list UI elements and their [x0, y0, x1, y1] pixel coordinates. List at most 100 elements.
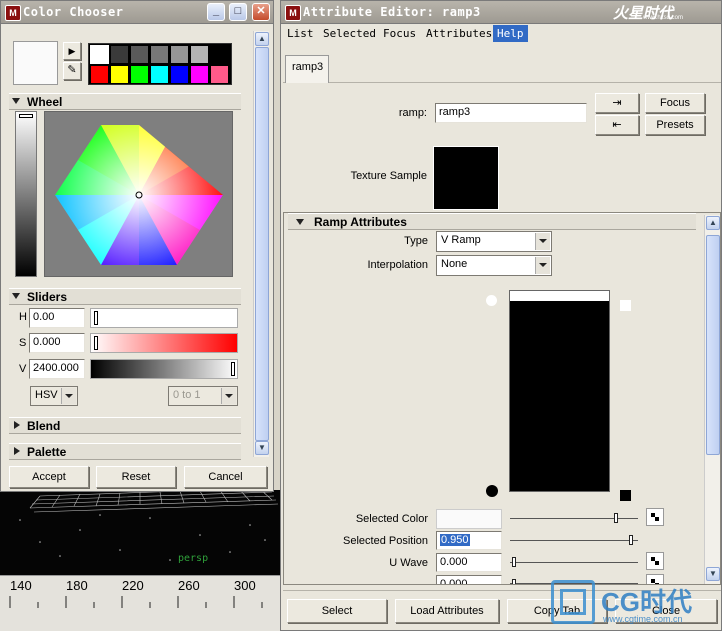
- v-slider[interactable]: [90, 359, 238, 379]
- input-connection-icon: ⇥: [612, 97, 622, 109]
- color-swatch[interactable]: [171, 46, 188, 63]
- timeline-ruler: [9, 596, 263, 608]
- blend-section-header[interactable]: Blend: [9, 417, 241, 434]
- sliders-section-header[interactable]: Sliders: [9, 288, 241, 305]
- color-swatch[interactable]: [171, 66, 188, 83]
- menu-list[interactable]: List: [287, 27, 314, 40]
- color-swatch[interactable]: [91, 66, 108, 83]
- input-connection-button[interactable]: ⇥: [595, 93, 639, 113]
- timeline[interactable]: 140 180 220 260 300: [0, 575, 280, 631]
- reset-button[interactable]: Reset: [96, 466, 176, 488]
- current-color-preview[interactable]: [13, 41, 58, 85]
- u-wave-field[interactable]: 0.000: [436, 553, 502, 572]
- range-dropdown[interactable]: 0 to 1: [168, 386, 238, 406]
- h-field[interactable]: 0.00: [29, 308, 85, 328]
- menu-focus[interactable]: Focus: [383, 27, 416, 40]
- u-wave-slider-knob[interactable]: [512, 557, 516, 567]
- h-slider-handle[interactable]: [94, 311, 98, 325]
- color-swatch[interactable]: [151, 66, 168, 83]
- partial-row-field[interactable]: 0.000: [436, 575, 502, 584]
- color-swatch[interactable]: [90, 45, 109, 64]
- camera-label: persp: [178, 553, 209, 564]
- selected-color-swatch[interactable]: [436, 509, 502, 529]
- s-slider-handle[interactable]: [94, 336, 98, 350]
- s-slider[interactable]: [90, 333, 238, 353]
- attribute-scrollbar[interactable]: ▲ ▼: [704, 215, 720, 584]
- palette-section-label: Palette: [27, 445, 67, 459]
- scroll-down-arrow[interactable]: ▼: [255, 441, 269, 455]
- window-title: Color Chooser: [23, 5, 124, 19]
- color-entry-handle-bottom[interactable]: [486, 485, 498, 497]
- ramp-attributes-header[interactable]: Ramp Attributes: [288, 213, 696, 230]
- color-wheel-panel[interactable]: [44, 111, 233, 277]
- scroll-up-arrow[interactable]: ▲: [706, 216, 720, 230]
- interpolation-label: Interpolation: [367, 259, 428, 271]
- u-wave-slider-track[interactable]: [510, 562, 638, 563]
- presets-button[interactable]: Presets: [645, 115, 705, 135]
- color-swatch[interactable]: [131, 66, 148, 83]
- tab-ramp3[interactable]: ramp3: [285, 55, 329, 83]
- scroll-thumb[interactable]: [255, 47, 269, 441]
- blend-section-label: Blend: [27, 419, 61, 433]
- selected-position-slider-knob[interactable]: [629, 535, 633, 545]
- interpolation-dropdown[interactable]: None: [436, 255, 552, 276]
- focus-button[interactable]: Focus: [645, 93, 705, 113]
- map-button-icon[interactable]: [646, 508, 664, 526]
- color-swatch[interactable]: [111, 66, 128, 83]
- menu-attributes[interactable]: Attributes: [426, 27, 492, 40]
- close-button[interactable]: ✕: [252, 3, 270, 21]
- color-swatch[interactable]: [191, 66, 208, 83]
- color-entry-square-top[interactable]: [620, 300, 631, 311]
- wheel-section-header[interactable]: Wheel: [9, 93, 241, 110]
- color-swatch[interactable]: [131, 46, 148, 63]
- eyedropper-button[interactable]: ✎: [63, 62, 81, 80]
- color-swatch[interactable]: [211, 46, 228, 63]
- color-chooser-scrollbar[interactable]: ▲ ▼: [253, 31, 269, 457]
- v-slider-handle[interactable]: [231, 362, 235, 376]
- ramp-white-band: [510, 291, 609, 301]
- hsv-hexagon[interactable]: [45, 112, 234, 278]
- load-attributes-button[interactable]: Load Attributes: [395, 599, 499, 623]
- attribute-editor-titlebar[interactable]: M Attribute Editor: ramp3 火星时代 www.hxsd.…: [281, 1, 721, 24]
- color-swatch[interactable]: [211, 66, 228, 83]
- scroll-thumb[interactable]: [706, 235, 720, 455]
- ramp-name-field[interactable]: ramp3: [435, 103, 587, 123]
- selected-position-field[interactable]: 0.950: [436, 531, 502, 550]
- menu-help[interactable]: Help: [493, 25, 528, 42]
- selected-color-slider-track[interactable]: [510, 518, 638, 519]
- type-value: V Ramp: [441, 234, 481, 246]
- viewport[interactable]: persp: [0, 487, 280, 575]
- color-chooser-titlebar[interactable]: M Color Chooser _ □ ✕: [1, 1, 273, 24]
- maximize-button[interactable]: □: [229, 3, 247, 21]
- color-swatch[interactable]: [191, 46, 208, 63]
- cancel-button[interactable]: Cancel: [184, 466, 267, 488]
- color-mode-dropdown[interactable]: HSV: [30, 386, 78, 406]
- attribute-editor-window: M Attribute Editor: ramp3 火星时代 www.hxsd.…: [280, 0, 722, 631]
- output-connection-button[interactable]: ⇤: [595, 115, 639, 135]
- color-swatch[interactable]: [151, 46, 168, 63]
- partial-row-slider-knob[interactable]: [512, 579, 516, 584]
- arrow-right-button[interactable]: ▶: [63, 42, 81, 60]
- minimize-button[interactable]: _: [207, 3, 225, 21]
- ramp-gradient-view[interactable]: [509, 290, 610, 492]
- type-dropdown[interactable]: V Ramp: [436, 231, 552, 252]
- menu-selected[interactable]: Selected: [323, 27, 376, 40]
- color-entry-handle-top[interactable]: [486, 295, 497, 306]
- selected-position-slider-track[interactable]: [510, 540, 638, 541]
- map-button-icon[interactable]: [646, 552, 664, 570]
- value-gradient-bar[interactable]: [15, 111, 37, 277]
- type-label: Type: [404, 235, 428, 247]
- select-button[interactable]: Select: [287, 599, 387, 623]
- selected-color-slider-knob[interactable]: [614, 513, 618, 523]
- ramp-attributes-panel: Ramp Attributes Type V Ramp Interpolatio…: [283, 212, 721, 585]
- scroll-up-arrow[interactable]: ▲: [255, 32, 269, 46]
- palette-section-header[interactable]: Palette: [9, 443, 241, 460]
- s-field[interactable]: 0.000: [29, 333, 85, 353]
- h-slider[interactable]: [90, 308, 238, 328]
- v-field[interactable]: 2400.000: [29, 359, 85, 379]
- value-marker[interactable]: [19, 114, 33, 118]
- texture-sample-swatch[interactable]: [433, 146, 499, 210]
- accept-button[interactable]: Accept: [9, 466, 89, 488]
- color-swatch[interactable]: [111, 46, 128, 63]
- color-entry-square-bottom[interactable]: [620, 490, 631, 501]
